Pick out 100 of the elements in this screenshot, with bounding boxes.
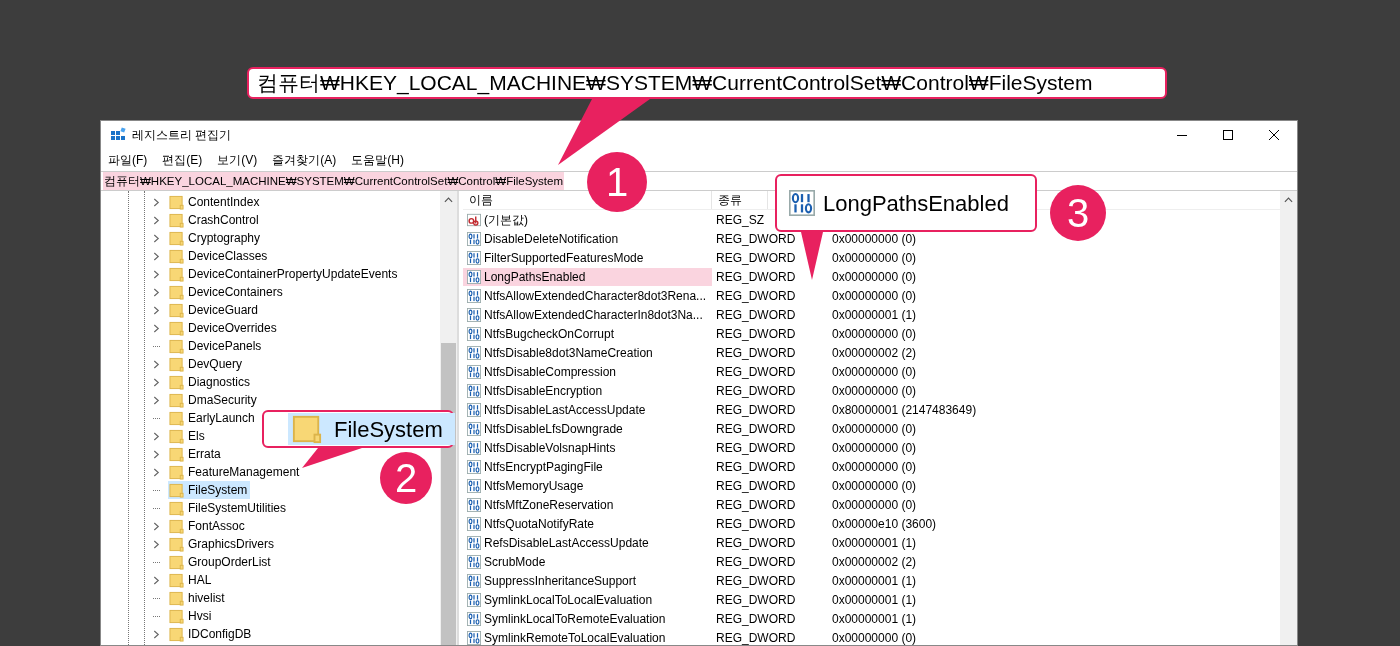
value-name[interactable]: NtfsBugcheckOnCorrupt [463, 324, 712, 343]
value-name[interactable]: SymlinkLocalToLocalEvaluation [463, 590, 712, 609]
tree-item[interactable]: Cryptography [168, 229, 264, 247]
chevron-icon[interactable] [153, 467, 160, 477]
tree-item[interactable]: DeviceGuard [168, 301, 262, 319]
tree-item[interactable]: ContentIndex [168, 193, 263, 211]
menu-item[interactable]: 편집(E) [162, 151, 203, 169]
menu-item[interactable]: 파일(F) [108, 151, 148, 169]
value-name[interactable]: NtfsDisableCompression [463, 362, 712, 381]
tree-item[interactable]: Diagnostics [168, 373, 254, 391]
value-name[interactable]: SymlinkLocalToRemoteEvaluation [463, 609, 712, 628]
app-icon [110, 127, 126, 143]
tree-item[interactable]: FontAssoc [168, 517, 248, 535]
tree-item[interactable]: GroupOrderList [168, 553, 274, 571]
folder-icon [169, 194, 184, 210]
binary-value-icon [467, 421, 481, 436]
value-name[interactable]: NtfsEncryptPagingFile [463, 457, 712, 476]
value-type: REG_DWORD [715, 591, 797, 609]
chevron-icon[interactable] [153, 197, 160, 207]
value-name[interactable]: SuppressInheritanceSupport [463, 571, 712, 590]
chevron-icon[interactable] [153, 233, 160, 243]
tree-item[interactable]: DeviceClasses [168, 247, 271, 265]
scrollbar[interactable] [440, 191, 457, 645]
tree-item[interactable]: CrashControl [168, 211, 262, 229]
value-name[interactable]: FilterSupportedFeaturesMode [463, 248, 712, 267]
folder-icon [169, 302, 184, 318]
tree-item[interactable]: hivelist [168, 589, 228, 607]
value-data: 0x00000000 (0) [832, 249, 917, 267]
value-name[interactable]: SymlinkRemoteToLocalEvaluation [463, 628, 712, 646]
chevron-icon[interactable] [153, 251, 160, 261]
tree-item[interactable]: HAL [168, 571, 215, 589]
folder-icon [169, 518, 184, 534]
tree-item[interactable]: FileSystemUtilities [168, 499, 289, 517]
value-name[interactable]: LongPathsEnabled [463, 267, 712, 286]
binary-value-icon [467, 326, 481, 341]
tree-item[interactable]: DeviceContainerPropertyUpdateEvents [168, 265, 401, 283]
tree-item[interactable]: GraphicsDrivers [168, 535, 277, 553]
chevron-icon[interactable] [153, 305, 160, 315]
callout-text: LongPathsEnabled [823, 189, 1009, 218]
chevron-icon[interactable] [153, 575, 160, 585]
folder-icon [169, 428, 184, 444]
column-header[interactable]: 종류 [712, 191, 768, 209]
value-type: REG_DWORD [715, 515, 797, 533]
folder-icon [169, 230, 184, 246]
chevron-icon[interactable] [153, 629, 160, 639]
value-name[interactable]: NtfsMemoryUsage [463, 476, 712, 495]
folder-icon [169, 320, 184, 336]
tree-item[interactable]: DevQuery [168, 355, 246, 373]
tree-item[interactable]: DevicePanels [168, 337, 265, 355]
folder-icon [169, 536, 184, 552]
value-name[interactable]: NtfsDisableLastAccessUpdate [463, 400, 712, 419]
value-name[interactable]: NtfsDisableEncryption [463, 381, 712, 400]
binary-value-icon [467, 231, 481, 246]
tree-item[interactable]: FileSystem [168, 481, 251, 499]
binary-value-icon [467, 459, 481, 474]
tree-item[interactable]: Hvsi [168, 607, 215, 625]
value-name[interactable]: NtfsDisableLfsDowngrade [463, 419, 712, 438]
tree-item[interactable]: FeatureManagement [168, 463, 303, 481]
folder-icon [169, 248, 184, 264]
menu-item[interactable]: 보기(V) [217, 151, 258, 169]
chevron-icon[interactable] [153, 269, 160, 279]
close-icon [1269, 130, 1279, 140]
chevron-icon[interactable] [153, 359, 160, 369]
value-name[interactable]: NtfsDisable8dot3NameCreation [463, 343, 712, 362]
folder-icon [169, 608, 184, 624]
value-name[interactable]: NtfsAllowExtendedCharacter8dot3Rena... [463, 286, 712, 305]
chevron-icon[interactable] [153, 431, 160, 441]
value-name[interactable]: (기본값) [463, 210, 712, 229]
folder-icon [169, 554, 184, 570]
value-name[interactable]: RefsDisableLastAccessUpdate [463, 533, 712, 552]
value-name[interactable]: NtfsMftZoneReservation [463, 495, 712, 514]
chevron-icon[interactable] [153, 377, 160, 387]
tree-item[interactable]: IDConfigDB [168, 625, 255, 643]
menu-item[interactable]: 도움말(H) [351, 151, 404, 169]
tree-item[interactable]: DeviceContainers [168, 283, 286, 301]
value-name[interactable]: NtfsAllowExtendedCharacterIn8dot3Na... [463, 305, 712, 324]
value-data: 0x00000001 (1) [832, 610, 917, 628]
menu-item[interactable]: 즐겨찾기(A) [272, 151, 337, 169]
scrollbar[interactable] [1280, 191, 1297, 645]
value-name[interactable]: NtfsDisableVolsnapHints [463, 438, 712, 457]
chevron-icon[interactable] [153, 395, 160, 405]
value-type: REG_DWORD [715, 629, 797, 646]
chevron-icon[interactable] [153, 215, 160, 225]
binary-value-icon [467, 307, 481, 322]
tree-item[interactable]: DmaSecurity [168, 391, 260, 409]
value-name[interactable]: ScrubMode [463, 552, 712, 571]
chevron-icon[interactable] [153, 287, 160, 297]
chevron-icon[interactable] [153, 323, 160, 333]
value-type: REG_DWORD [715, 306, 797, 324]
chevron-icon[interactable] [153, 449, 160, 459]
value-name[interactable]: DisableDeleteNotification [463, 229, 712, 248]
tree-item[interactable]: EarlyLaunch [168, 409, 258, 427]
scroll-up-icon[interactable] [1284, 197, 1293, 203]
chevron-icon[interactable] [153, 521, 160, 531]
value-name[interactable]: NtfsQuotaNotifyRate [463, 514, 712, 533]
chevron-icon[interactable] [153, 539, 160, 549]
scroll-up-icon[interactable] [444, 197, 453, 203]
tree-item[interactable]: Els [168, 427, 208, 445]
tree-item[interactable]: Errata [168, 445, 224, 463]
tree-item[interactable]: DeviceOverrides [168, 319, 280, 337]
